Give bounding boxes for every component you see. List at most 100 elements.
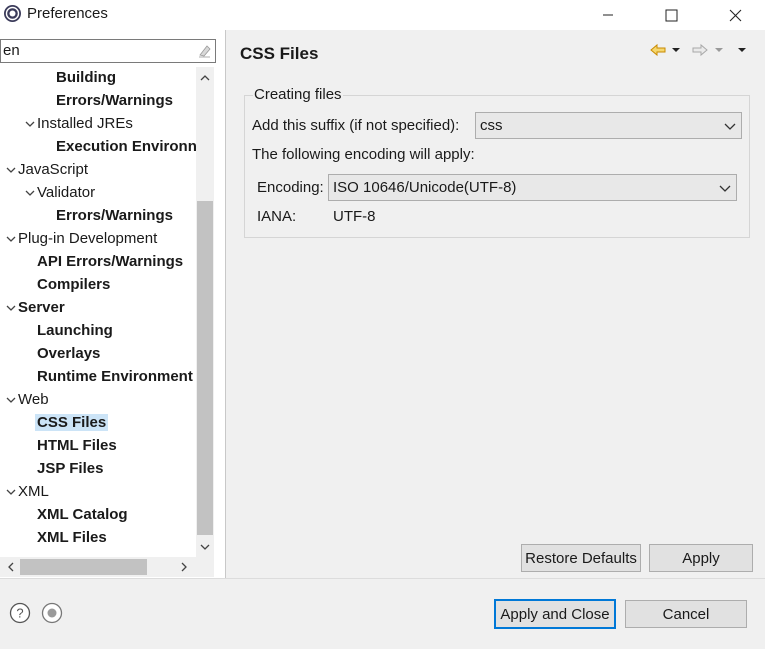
forward-arrow-icon[interactable] [692, 40, 708, 60]
filter-text[interactable]: en [3, 42, 20, 59]
tree-item[interactable]: JSP Files [23, 458, 103, 480]
tree-item[interactable]: Building [42, 67, 116, 89]
svg-text:?: ? [16, 606, 23, 621]
chevron-left-icon [7, 562, 13, 572]
expand-chevron-icon[interactable] [4, 228, 18, 250]
tree-item[interactable]: JavaScript [4, 159, 88, 181]
tree-item[interactable]: Execution Environn [42, 136, 196, 158]
tree-item[interactable]: Overlays [23, 343, 100, 365]
tree-item-label: XML Catalog [37, 506, 128, 523]
expand-chevron-icon[interactable] [23, 113, 37, 135]
chevron-down-icon [724, 123, 736, 130]
maximize-button[interactable] [648, 0, 694, 30]
tree-item[interactable]: CSS Files [23, 412, 109, 434]
title-bar: Preferences [0, 0, 765, 30]
tree-item[interactable]: Server [4, 297, 65, 319]
tree-item-label: JavaScript [18, 161, 89, 178]
expand-chevron-icon[interactable] [4, 297, 18, 319]
tree-item-label: Execution Environn [56, 138, 196, 155]
tree-item-label: JSP Files [37, 460, 104, 477]
tree-item[interactable]: Web [4, 389, 49, 411]
tree-item[interactable]: Launching [23, 320, 113, 342]
apply-and-close-button[interactable]: Apply and Close [494, 599, 616, 629]
suffix-label: Add this suffix (if not specified): [252, 117, 460, 134]
tree-item[interactable]: Compilers [23, 274, 110, 296]
iana-label: IANA: [257, 208, 297, 225]
filter-input[interactable]: en [0, 39, 216, 63]
tree-item[interactable]: Runtime Environment [23, 366, 193, 388]
tree-item[interactable]: API Errors/Warnings [23, 251, 183, 273]
tree-item[interactable]: Errors/Warnings [42, 90, 173, 112]
tree-item-label: XML Files [37, 529, 107, 546]
tree-item[interactable]: XML Catalog [23, 504, 128, 526]
tree-horizontal-scrollbar[interactable] [0, 557, 214, 577]
eclipse-icon [4, 5, 21, 22]
iana-value: UTF-8 [333, 208, 376, 225]
tree-item-label: Errors/Warnings [56, 207, 173, 224]
scroll-down-button[interactable] [196, 537, 214, 557]
apply-button[interactable]: Apply [649, 544, 753, 572]
tree-item-label: Server [18, 299, 65, 316]
expand-chevron-icon[interactable] [4, 389, 18, 411]
tree-item-label: CSS Files [35, 414, 109, 431]
forward-dropdown-icon[interactable] [711, 40, 727, 60]
chevron-down-icon [719, 185, 731, 192]
cancel-button[interactable]: Cancel [625, 600, 747, 628]
expand-chevron-icon[interactable] [4, 481, 18, 503]
tree-item-label: API Errors/Warnings [37, 253, 184, 270]
horizontal-scroll-thumb[interactable] [20, 559, 147, 575]
tree-item[interactable]: XML [4, 481, 49, 503]
tree-item-label: Errors/Warnings [56, 92, 173, 109]
tree-item[interactable]: XML Files [23, 527, 107, 549]
minimize-icon [603, 14, 613, 16]
encoding-label: Encoding: [257, 179, 324, 196]
tree-item-label: HTML Files [37, 437, 117, 454]
tree-item[interactable]: Errors/Warnings [42, 205, 173, 227]
help-icon[interactable]: ? [9, 602, 31, 624]
tree-item-label: Building [56, 69, 116, 86]
tree-item-label: Web [18, 391, 49, 408]
suffix-select[interactable]: css [475, 112, 742, 139]
clear-filter-icon[interactable] [196, 43, 212, 59]
expand-chevron-icon[interactable] [4, 159, 18, 181]
group-title: Creating files [253, 86, 343, 103]
encoding-select[interactable]: ISO 10646/Unicode(UTF-8) [328, 174, 737, 201]
back-arrow-icon[interactable] [650, 40, 666, 60]
close-button[interactable] [712, 0, 758, 30]
tree-item-label: Compilers [37, 276, 111, 293]
tree-item[interactable]: Validator [23, 182, 95, 204]
preferences-tree: Building Errors/Warnings Installed JREs Exe… [0, 67, 196, 557]
minimize-button[interactable] [585, 0, 631, 30]
encoding-note: The following encoding will apply: [252, 146, 475, 163]
chevron-right-icon [181, 562, 187, 572]
close-icon [729, 9, 741, 21]
scroll-left-button[interactable] [0, 557, 20, 577]
dialog-footer: ? Apply and Close Cancel [0, 579, 765, 649]
tree-item-label: Installed JREs [37, 115, 133, 132]
encoding-value: ISO 10646/Unicode(UTF-8) [333, 179, 517, 196]
record-macro-icon[interactable] [41, 602, 63, 624]
creating-files-group: Creating files Add this suffix (if not s… [244, 86, 750, 238]
tree-item[interactable]: HTML Files [23, 435, 117, 457]
tree-item-label: Overlays [37, 345, 101, 362]
chevron-down-icon [200, 544, 210, 550]
tree-item-label: Launching [37, 322, 113, 339]
expand-chevron-icon[interactable] [23, 182, 37, 204]
scroll-right-button[interactable] [174, 557, 194, 577]
tree-item[interactable]: Plug-in Development [4, 228, 157, 250]
restore-defaults-button[interactable]: Restore Defaults [521, 544, 641, 572]
tree-vertical-scrollbar[interactable] [196, 67, 214, 557]
tree-item-label: Plug-in Development [18, 230, 158, 247]
back-dropdown-icon[interactable] [668, 40, 684, 60]
scroll-up-button[interactable] [196, 67, 214, 87]
page-title: CSS Files [240, 44, 319, 63]
tree-item-label: XML [18, 483, 49, 500]
window-title: Preferences [27, 5, 108, 22]
view-menu-icon[interactable] [734, 40, 750, 60]
chevron-up-icon [200, 74, 210, 80]
tree-item-label: Runtime Environment [37, 368, 193, 385]
tree-item-label: Validator [37, 184, 96, 201]
preferences-tree-panel: en Building Errors/Warnings Installed JREs… [0, 30, 226, 578]
tree-item[interactable]: Installed JREs [23, 113, 133, 135]
vertical-scroll-thumb[interactable] [197, 201, 213, 535]
